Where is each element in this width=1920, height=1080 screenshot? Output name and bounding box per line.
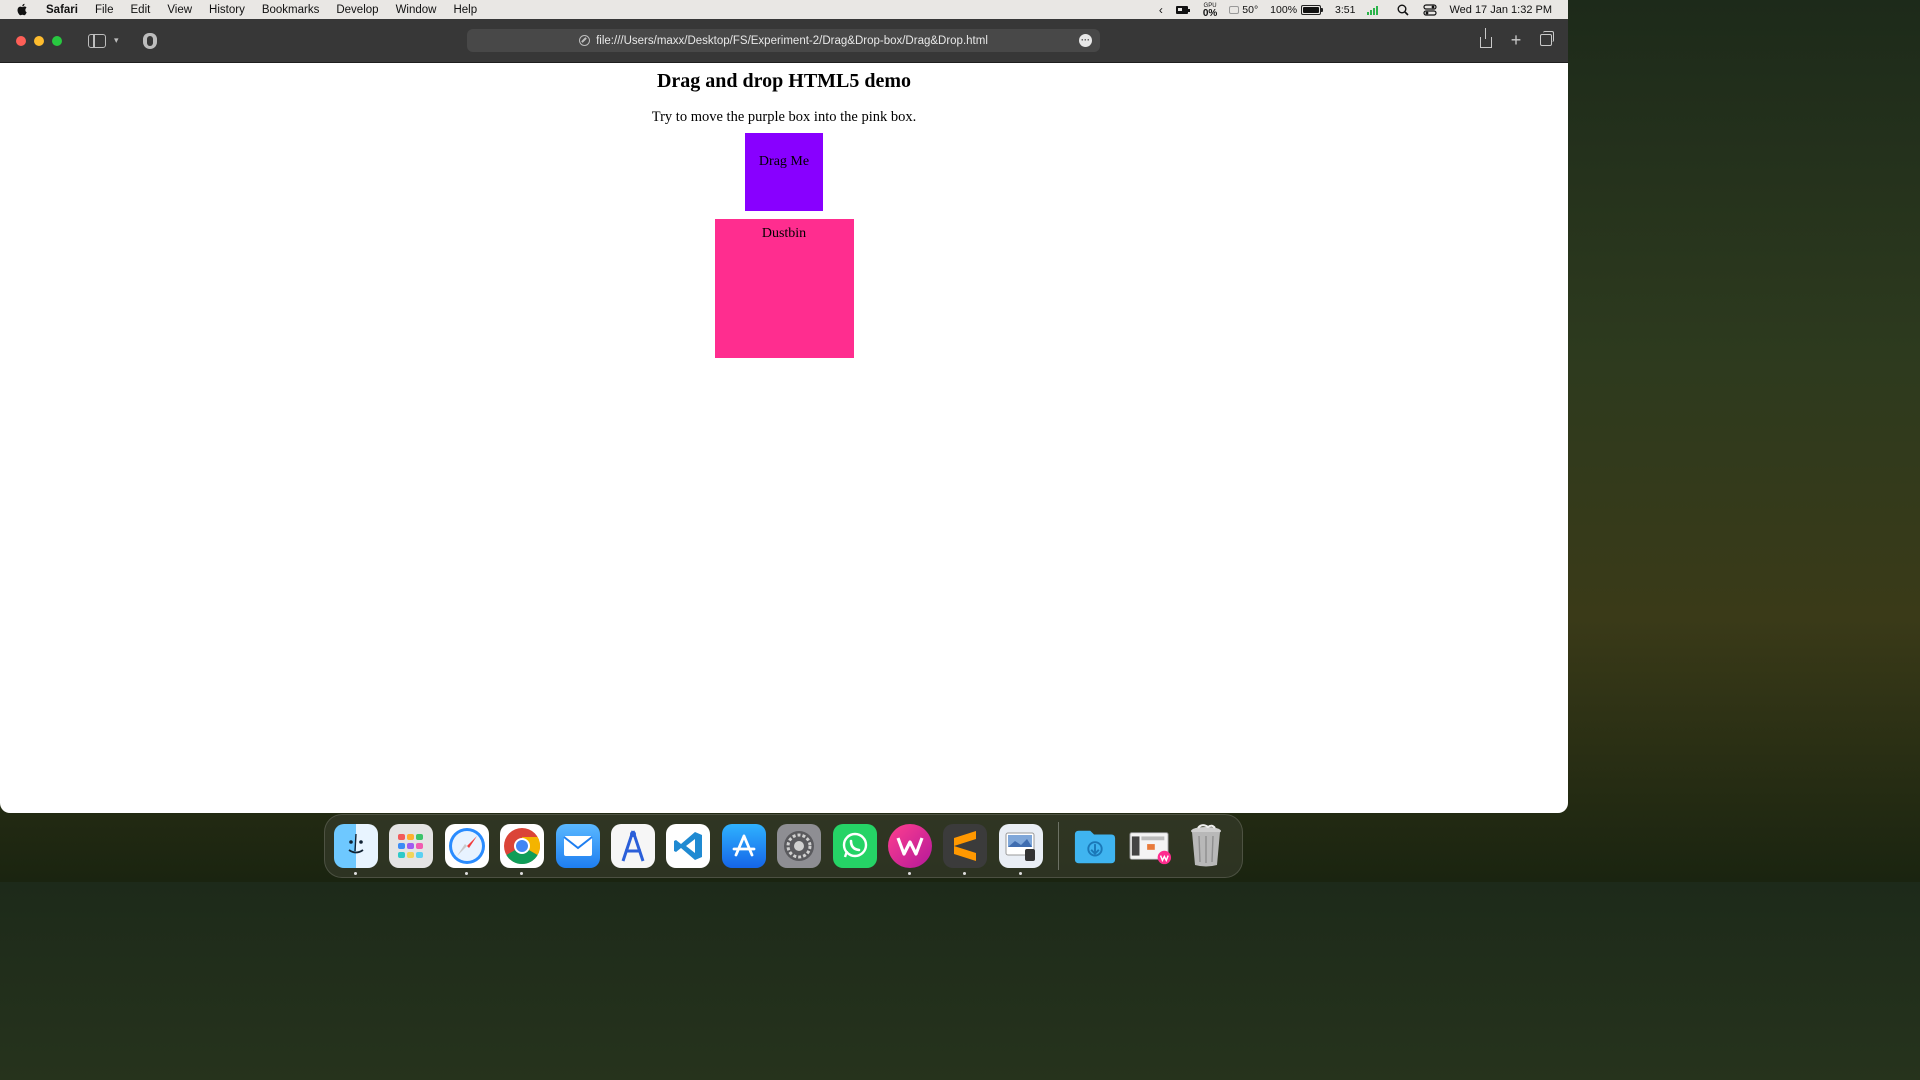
- window-controls: [16, 35, 70, 46]
- dock: [324, 814, 1243, 878]
- compass-icon: [579, 35, 591, 46]
- thermometer-icon: [1229, 5, 1240, 14]
- menu-file[interactable]: File: [95, 4, 114, 16]
- wps-office-icon[interactable]: [887, 824, 932, 875]
- menu-window[interactable]: Window: [396, 4, 437, 16]
- page-instructions: Try to move the purple box into the pink…: [651, 109, 917, 125]
- chevron-left-icon[interactable]: ‹: [1159, 3, 1163, 17]
- safari-window: ▾ file:///Users/maxx/Desktop/FS/Experime…: [0, 19, 1568, 813]
- menu-bookmarks[interactable]: Bookmarks: [262, 4, 320, 16]
- menubar-clock[interactable]: Wed 17 Jan 1:32 PM: [1449, 4, 1552, 16]
- tab-overview-button[interactable]: [1538, 31, 1554, 49]
- menu-edit[interactable]: Edit: [131, 4, 151, 16]
- sidebar-toggle-icon[interactable]: [88, 33, 106, 48]
- preview-icon[interactable]: [998, 824, 1043, 875]
- dustbin-drop-zone[interactable]: Dustbin: [714, 219, 854, 358]
- new-tab-button[interactable]: +: [1508, 29, 1524, 50]
- temperature-value: 50°: [1242, 3, 1259, 16]
- privacy-shield-icon[interactable]: [142, 32, 157, 49]
- temperature-readout[interactable]: 50°: [1229, 4, 1258, 16]
- control-center-icon[interactable]: [1423, 3, 1438, 16]
- address-bar[interactable]: file:///Users/maxx/Desktop/FS/Experiment…: [467, 29, 1100, 52]
- chrome-icon[interactable]: [500, 824, 545, 875]
- system-settings-icon[interactable]: [777, 824, 822, 868]
- drag-me-box[interactable]: Drag Me: [745, 133, 823, 211]
- instruments-icon[interactable]: [610, 824, 655, 868]
- safari-icon[interactable]: [444, 824, 489, 875]
- running-indicator: [907, 872, 911, 875]
- tab-overview-icon: [1540, 31, 1554, 46]
- trash-icon[interactable]: [1184, 824, 1228, 868]
- menu-bar: Safari File Edit View History Bookmarks …: [0, 0, 1568, 19]
- url-text[interactable]: file:///Users/maxx/Desktop/FS/Experiment…: [596, 35, 988, 47]
- finder-icon[interactable]: [334, 824, 378, 875]
- minimize-window-button[interactable]: [34, 35, 44, 46]
- share-icon: [1480, 28, 1492, 48]
- page-content: Drag and drop HTML5 demo Try to move the…: [0, 70, 1568, 358]
- menu-help[interactable]: Help: [453, 4, 477, 16]
- battery-time-remaining[interactable]: 3:51: [1335, 4, 1355, 16]
- apple-icon[interactable]: [16, 3, 28, 16]
- drag-me-label: Drag Me: [758, 154, 810, 169]
- gpu-value: 0%: [1202, 7, 1218, 19]
- chevron-down-icon[interactable]: ▾: [114, 35, 119, 46]
- downloads-folder-icon[interactable]: [1073, 824, 1117, 868]
- mail-icon[interactable]: [555, 824, 600, 868]
- menu-develop[interactable]: Develop: [336, 4, 378, 16]
- battery-fill: [1303, 6, 1320, 13]
- more-options-icon[interactable]: ···: [1079, 34, 1092, 47]
- stats-app-icon[interactable]: [1175, 4, 1191, 16]
- dock-separator: [1058, 822, 1060, 870]
- dustbin-label: Dustbin: [761, 226, 807, 241]
- vscode-icon[interactable]: [666, 824, 711, 868]
- maximize-window-button[interactable]: [52, 35, 62, 46]
- running-indicator: [520, 872, 524, 875]
- menu-view[interactable]: View: [167, 4, 192, 16]
- browser-toolbar: ▾ file:///Users/maxx/Desktop/FS/Experime…: [0, 19, 1568, 63]
- running-indicator: [1018, 872, 1022, 875]
- app-store-icon[interactable]: [721, 824, 766, 868]
- share-button[interactable]: [1478, 28, 1494, 49]
- running-indicator: [464, 872, 468, 875]
- running-indicator: [354, 872, 357, 875]
- sublime-text-icon[interactable]: [943, 824, 988, 875]
- wps-document-icon[interactable]: [1128, 824, 1172, 868]
- running-indicator: [963, 872, 967, 875]
- page-title: Drag and drop HTML5 demo: [656, 70, 912, 92]
- whatsapp-icon[interactable]: [832, 824, 877, 868]
- battery-icon[interactable]: [1301, 4, 1324, 15]
- gpu-usage[interactable]: GPU 0%: [1202, 2, 1218, 19]
- battery-percent[interactable]: 100%: [1270, 4, 1297, 16]
- cellular-signal-icon[interactable]: [1367, 5, 1381, 15]
- plus-icon: +: [1510, 29, 1522, 50]
- menu-app-name[interactable]: Safari: [46, 4, 78, 16]
- close-window-button[interactable]: [16, 35, 26, 46]
- menu-history[interactable]: History: [209, 4, 245, 16]
- spotlight-search-icon[interactable]: [1397, 4, 1410, 16]
- launchpad-icon[interactable]: [389, 824, 434, 868]
